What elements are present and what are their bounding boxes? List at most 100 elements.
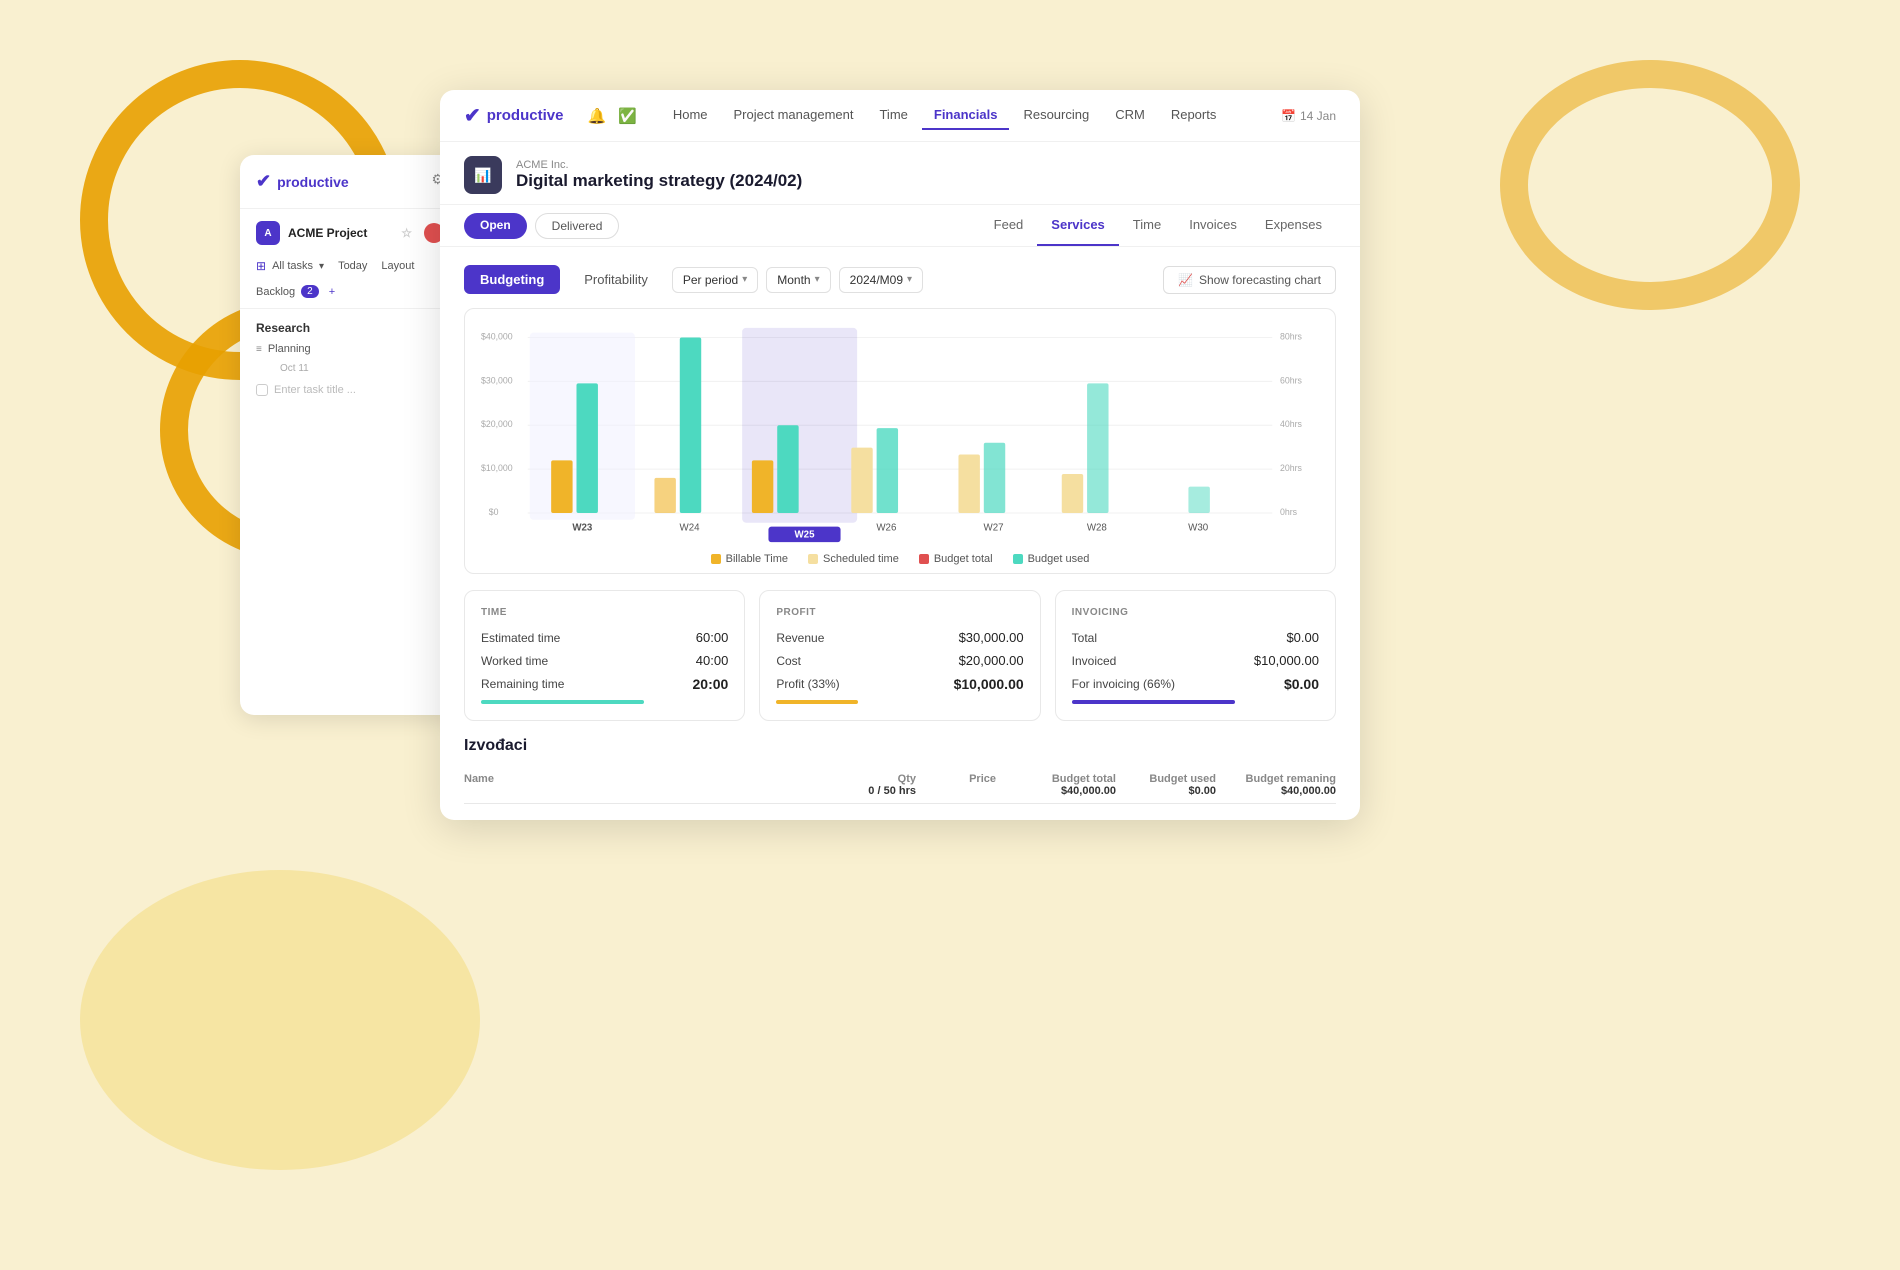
nav-logo: ✔ productive bbox=[464, 103, 563, 128]
month-select[interactable]: Month ▾ bbox=[766, 267, 830, 293]
legend-label-budget-total: Budget total bbox=[934, 553, 993, 565]
per-period-chevron: ▾ bbox=[742, 274, 747, 285]
svg-text:$10,000: $10,000 bbox=[481, 463, 513, 473]
svg-text:60hrs: 60hrs bbox=[1280, 375, 1303, 385]
chart-icon: 📈 bbox=[1178, 273, 1193, 287]
legend-scheduled-time: Scheduled time bbox=[808, 553, 899, 565]
nav-resourcing[interactable]: Resourcing bbox=[1011, 101, 1101, 130]
nav-home[interactable]: Home bbox=[661, 101, 720, 130]
backlog-filter: Backlog 2 + bbox=[240, 279, 460, 304]
add-icon[interactable]: + bbox=[329, 286, 335, 298]
nav-logo-icon: ✔ bbox=[464, 103, 481, 128]
task-item[interactable]: ≡ Planning bbox=[240, 339, 460, 359]
total-row: Total $0.00 bbox=[1072, 630, 1319, 645]
status-open-badge[interactable]: Open bbox=[464, 213, 527, 239]
time-progress-bar bbox=[481, 700, 644, 704]
project-company: ACME Inc. bbox=[516, 159, 1336, 171]
tab-time[interactable]: Time bbox=[1119, 205, 1175, 246]
col-qty: Qty 0 / 50 hrs bbox=[796, 773, 916, 797]
tab-feed[interactable]: Feed bbox=[980, 205, 1038, 246]
col-budget-total: Budget total $40,000.00 bbox=[996, 773, 1116, 797]
new-task-input[interactable]: Enter task title ... bbox=[240, 378, 460, 402]
period-label[interactable]: Today bbox=[338, 260, 367, 272]
filter-chevron: ▾ bbox=[319, 261, 324, 272]
col-budget-total-label: Budget total bbox=[996, 773, 1116, 785]
chart-legend: Billable Time Scheduled time Budget tota… bbox=[481, 553, 1319, 565]
svg-text:$0: $0 bbox=[489, 507, 499, 517]
date-text: 14 Jan bbox=[1300, 109, 1336, 123]
filter-label[interactable]: All tasks bbox=[272, 260, 313, 272]
chart-tab-budgeting[interactable]: Budgeting bbox=[464, 265, 560, 294]
backlog-label[interactable]: Backlog bbox=[256, 286, 295, 298]
tab-expenses[interactable]: Expenses bbox=[1251, 205, 1336, 246]
bell-icon[interactable]: 🔔 bbox=[587, 107, 606, 125]
project-info: ACME Inc. Digital marketing strategy (20… bbox=[516, 159, 1336, 191]
side-panel: ✔ productive ⚙ A ACME Project ☆ ⊞ All ta… bbox=[240, 155, 460, 715]
bg-decoration-circle-tr bbox=[1500, 60, 1800, 310]
svg-text:$40,000: $40,000 bbox=[481, 332, 513, 342]
date-label: 2024/M09 bbox=[850, 273, 903, 287]
nav-project-management[interactable]: Project management bbox=[722, 101, 866, 130]
nav-crm[interactable]: CRM bbox=[1103, 101, 1157, 130]
svg-text:40hrs: 40hrs bbox=[1280, 419, 1303, 429]
chart-tab-profitability[interactable]: Profitability bbox=[568, 265, 664, 294]
invoicing-card-title: INVOICING bbox=[1072, 607, 1319, 618]
profit-card-title: PROFIT bbox=[776, 607, 1023, 618]
section-label: Research bbox=[240, 313, 460, 339]
col-budget-used-label: Budget used bbox=[1116, 773, 1216, 785]
legend-dot-scheduled bbox=[808, 554, 818, 564]
remaining-time-label: Remaining time bbox=[481, 677, 564, 691]
content-area: Budgeting Profitability Per period ▾ Mon… bbox=[440, 247, 1360, 812]
izvodjaci-title: Izvođaci bbox=[464, 737, 1336, 755]
svg-text:W28: W28 bbox=[1087, 522, 1107, 533]
cost-value: $20,000.00 bbox=[959, 653, 1024, 668]
status-delivered-badge[interactable]: Delivered bbox=[535, 213, 620, 239]
legend-label-scheduled: Scheduled time bbox=[823, 553, 899, 565]
invoicing-progress-bar bbox=[1072, 700, 1235, 704]
col-budget-used: Budget used $0.00 bbox=[1116, 773, 1216, 797]
show-forecast-button[interactable]: 📈 Show forecasting chart bbox=[1163, 266, 1336, 294]
nav-financials[interactable]: Financials bbox=[922, 101, 1010, 130]
page-tabs: Feed Services Time Invoices Expenses bbox=[980, 205, 1336, 246]
project-icon-glyph: 📊 bbox=[474, 167, 491, 184]
svg-text:W30: W30 bbox=[1188, 522, 1209, 533]
invoiced-label: Invoiced bbox=[1072, 654, 1117, 668]
stats-row: TIME Estimated time 60:00 Worked time 40… bbox=[464, 590, 1336, 721]
layout-label[interactable]: Layout bbox=[381, 260, 414, 272]
check-circle-icon[interactable]: ✅ bbox=[618, 107, 637, 125]
project-icon-box: 📊 bbox=[464, 156, 502, 194]
divider-2 bbox=[240, 308, 460, 309]
svg-text:W27: W27 bbox=[984, 522, 1004, 533]
project-header: 📊 ACME Inc. Digital marketing strategy (… bbox=[440, 142, 1360, 205]
per-period-select[interactable]: Per period ▾ bbox=[672, 267, 758, 293]
top-nav: ✔ productive 🔔 ✅ Home Project management… bbox=[440, 90, 1360, 142]
productive-logo-icon: ✔ bbox=[256, 171, 271, 192]
nav-reports[interactable]: Reports bbox=[1159, 101, 1229, 130]
remaining-time-row: Remaining time 20:00 bbox=[481, 676, 728, 692]
remaining-time-value: 20:00 bbox=[693, 676, 729, 692]
chart-area: $40,000 $30,000 $20,000 $10,000 $0 80hrs… bbox=[481, 325, 1319, 545]
legend-label-budget-used: Budget used bbox=[1028, 553, 1090, 565]
nav-logo-text: productive bbox=[487, 107, 564, 124]
total-value: $0.00 bbox=[1286, 630, 1319, 645]
for-invoicing-value: $0.00 bbox=[1284, 676, 1319, 692]
side-panel-logo: ✔ productive bbox=[240, 171, 460, 204]
chart-container: $40,000 $30,000 $20,000 $10,000 $0 80hrs… bbox=[464, 308, 1336, 574]
col-budget-remaining-label: Budget remaning bbox=[1216, 773, 1336, 785]
task-date: Oct 11 bbox=[240, 359, 460, 378]
for-invoicing-row: For invoicing (66%) $0.00 bbox=[1072, 676, 1319, 692]
tab-invoices[interactable]: Invoices bbox=[1175, 205, 1251, 246]
estimated-time-label: Estimated time bbox=[481, 631, 560, 645]
project-name: ACME Project bbox=[288, 226, 367, 240]
profit-row: Profit (33%) $10,000.00 bbox=[776, 676, 1023, 692]
legend-dot-budget-total bbox=[919, 554, 929, 564]
star-icon[interactable]: ☆ bbox=[401, 226, 412, 240]
date-select[interactable]: 2024/M09 ▾ bbox=[839, 267, 923, 293]
tab-services[interactable]: Services bbox=[1037, 205, 1119, 246]
list-icon: ≡ bbox=[256, 344, 262, 355]
project-title: Digital marketing strategy (2024/02) bbox=[516, 171, 1336, 191]
legend-budget-used: Budget used bbox=[1013, 553, 1090, 565]
side-panel-project[interactable]: A ACME Project ☆ bbox=[240, 213, 460, 253]
table-header: Name Qty 0 / 50 hrs Price Budget total $… bbox=[464, 767, 1336, 804]
nav-time[interactable]: Time bbox=[867, 101, 919, 130]
